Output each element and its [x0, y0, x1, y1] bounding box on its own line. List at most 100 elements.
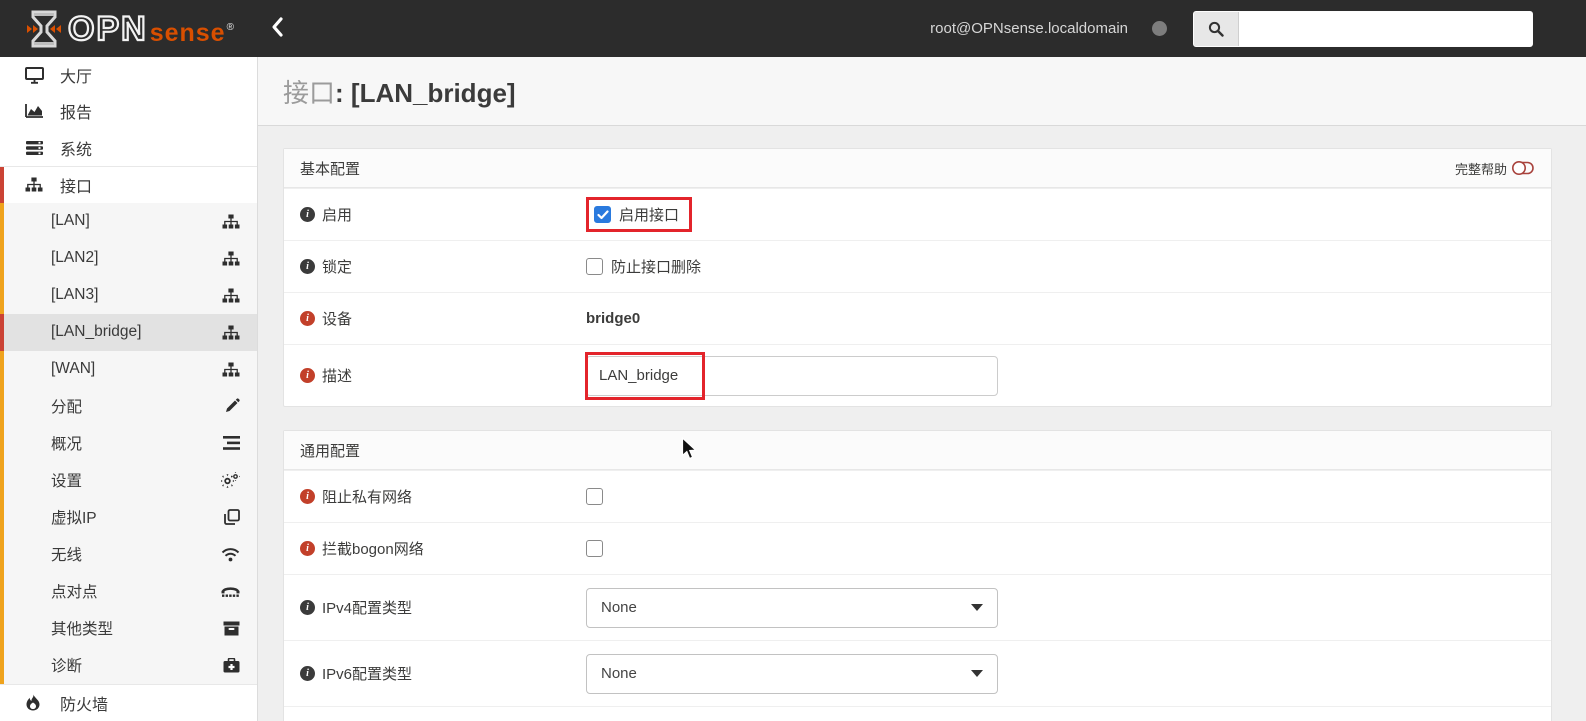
full-help-label: 完整帮助 — [1454, 161, 1507, 177]
enable-interface-checkbox[interactable] — [594, 206, 611, 223]
sidebar-item-label: 虚拟IP — [51, 510, 97, 528]
brand-registered-mark: ® — [226, 22, 234, 33]
device-value: bridge0 — [586, 310, 641, 327]
form-row-partial — [284, 706, 1551, 721]
sidebar-item-overview[interactable]: 概况 — [4, 425, 257, 462]
sidebar-item-label: 诊断 — [51, 658, 83, 676]
hourglass-logo-icon — [26, 9, 62, 49]
sitemap-icon — [222, 214, 240, 229]
brand-opn-text: OPN — [67, 9, 148, 48]
archive-icon — [223, 621, 240, 636]
basic-configuration-header: 基本配置 完整帮助 — [284, 149, 1551, 188]
info-icon[interactable]: i — [300, 600, 315, 615]
form-row-lock: i 锁定 防止接口删除 — [284, 240, 1551, 292]
sidebar-item-lobby[interactable]: 大厅 — [0, 57, 257, 93]
panel-title: 基本配置 — [300, 160, 361, 178]
sidebar-item-other-types[interactable]: 其他类型 — [4, 610, 257, 647]
checkbox-label[interactable]: 防止接口删除 — [611, 256, 701, 277]
sidebar-item-lan3[interactable]: [LAN3] — [4, 277, 257, 314]
page-title-section: 接口 — [283, 77, 336, 108]
sidebar-item-wireless[interactable]: 无线 — [4, 536, 257, 573]
sidebar-item-lan-bridge[interactable]: [LAN_bridge] — [0, 313, 257, 351]
field-label: IPv6配置类型 — [322, 666, 413, 683]
content-area: 基本配置 完整帮助 i 启用 启用接口 i 锁定 防止接口删除 i 设备 bri… — [258, 126, 1586, 721]
full-help-toggle[interactable]: 完整帮助 — [1455, 159, 1535, 178]
block-bogon-networks-checkbox[interactable] — [586, 540, 603, 557]
logged-in-user[interactable]: root@OPNsense.localdomain — [930, 20, 1128, 37]
prevent-removal-checkbox[interactable] — [586, 258, 603, 275]
sidebar-item-diagnostics[interactable]: 诊断 — [4, 647, 257, 684]
opnsense-logo[interactable]: OPN sense ® — [26, 9, 234, 49]
info-icon[interactable]: i — [300, 368, 315, 383]
form-row-enable: i 启用 启用接口 — [284, 188, 1551, 240]
sidebar-item-label: [LAN] — [51, 212, 90, 230]
ipv6-configuration-type-select[interactable]: None — [586, 653, 998, 694]
form-row-block-bogon: i 拦截bogon网络 — [284, 522, 1551, 574]
sidebar-collapse-chevron-left-icon[interactable] — [270, 16, 284, 42]
sidebar-item-lan[interactable]: [LAN] — [4, 203, 257, 240]
field-label: IPv4配置类型 — [322, 600, 413, 617]
info-icon[interactable]: i — [300, 541, 315, 556]
ipv4-configuration-type-select[interactable]: None — [586, 587, 998, 628]
field-label: 阻止私有网络 — [322, 489, 413, 506]
info-icon[interactable]: i — [300, 207, 315, 222]
sidebar-item-label: 分配 — [51, 399, 83, 417]
info-icon[interactable]: i — [300, 259, 315, 274]
sidebar-item-lan2[interactable]: [LAN2] — [4, 240, 257, 277]
sidebar-item-virtual-ip[interactable]: 虚拟IP — [4, 499, 257, 536]
sidebar-item-label: 大厅 — [60, 69, 93, 87]
sidebar-item-interfaces[interactable]: 接口 — [0, 166, 257, 203]
sidebar-item-system[interactable]: 系统 — [0, 129, 257, 165]
wifi-icon — [221, 547, 240, 562]
form-row-device: i 设备 bridge0 — [284, 292, 1551, 344]
clone-icon — [224, 509, 240, 526]
pencil-icon — [224, 398, 240, 414]
sidebar-item-label: [LAN3] — [51, 286, 99, 304]
info-icon[interactable]: i — [300, 311, 315, 326]
medkit-icon — [223, 657, 240, 673]
sidebar-item-label: [LAN2] — [51, 249, 99, 267]
page-title-separator: : — [335, 77, 351, 108]
info-icon[interactable]: i — [300, 666, 315, 681]
sidebar-item-label: 防火墙 — [60, 696, 109, 714]
fire-icon — [25, 694, 47, 711]
sidebar-item-firewall[interactable]: 防火墙 — [0, 685, 257, 721]
sidebar-item-label: 无线 — [51, 547, 83, 565]
main-content: 接口: [LAN_bridge] 基本配置 完整帮助 i 启用 启用接口 i 锁… — [258, 57, 1586, 721]
sidebar-item-label: 系统 — [60, 141, 93, 159]
description-input[interactable] — [586, 355, 998, 396]
ppp-icon — [221, 584, 240, 598]
sidebar-item-label: 接口 — [60, 178, 93, 196]
sidebar-item-label: 点对点 — [51, 584, 98, 602]
page-title-strip: 接口: [LAN_bridge] — [258, 57, 1586, 126]
sidebar-item-label: 其他类型 — [51, 621, 114, 639]
generic-configuration-header: 通用配置 — [284, 431, 1551, 470]
search-input[interactable] — [1239, 11, 1532, 46]
top-header-bar: OPN sense ® root@OPNsense.localdomain — [0, 0, 1586, 57]
sidebar-item-reporting[interactable]: 报告 — [0, 93, 257, 129]
sidebar-item-settings[interactable]: 设置 — [4, 462, 257, 499]
sidebar-item-wan[interactable]: [WAN] — [4, 351, 257, 388]
sidebar-item-point-to-point[interactable]: 点对点 — [4, 573, 257, 610]
select-value: None — [601, 665, 637, 682]
select-value: None — [601, 599, 637, 616]
basic-configuration-panel: 基本配置 完整帮助 i 启用 启用接口 i 锁定 防止接口删除 i 设备 bri… — [283, 148, 1552, 407]
form-row-ipv6-type: i IPv6配置类型 None — [284, 640, 1551, 706]
sidebar-item-label: 设置 — [51, 473, 83, 491]
info-icon[interactable]: i — [300, 489, 315, 504]
caret-down-icon — [971, 604, 983, 611]
checkbox-label[interactable]: 启用接口 — [619, 204, 679, 225]
status-dot — [1152, 21, 1167, 36]
interfaces-subnav: [LAN] [LAN2] [LAN3] [LAN_bridge] [WAN] 分… — [0, 202, 257, 684]
sitemap-icon — [25, 177, 47, 192]
red-annotation-box: 启用接口 — [586, 197, 693, 232]
area-chart-icon — [25, 103, 47, 119]
search-icon[interactable] — [1194, 11, 1239, 46]
page-title: 接口: [LAN_bridge] — [283, 73, 516, 110]
block-private-networks-checkbox[interactable] — [586, 488, 603, 505]
sidebar-item-assignments[interactable]: 分配 — [4, 388, 257, 425]
field-label: 设备 — [322, 311, 353, 328]
field-label: 描述 — [322, 368, 353, 385]
brand-sense-text: sense — [149, 19, 226, 47]
sidebar-nav: 大厅 报告 系统 接口 [LAN] [LAN2] [LAN3] [LAN_bri… — [0, 57, 258, 721]
